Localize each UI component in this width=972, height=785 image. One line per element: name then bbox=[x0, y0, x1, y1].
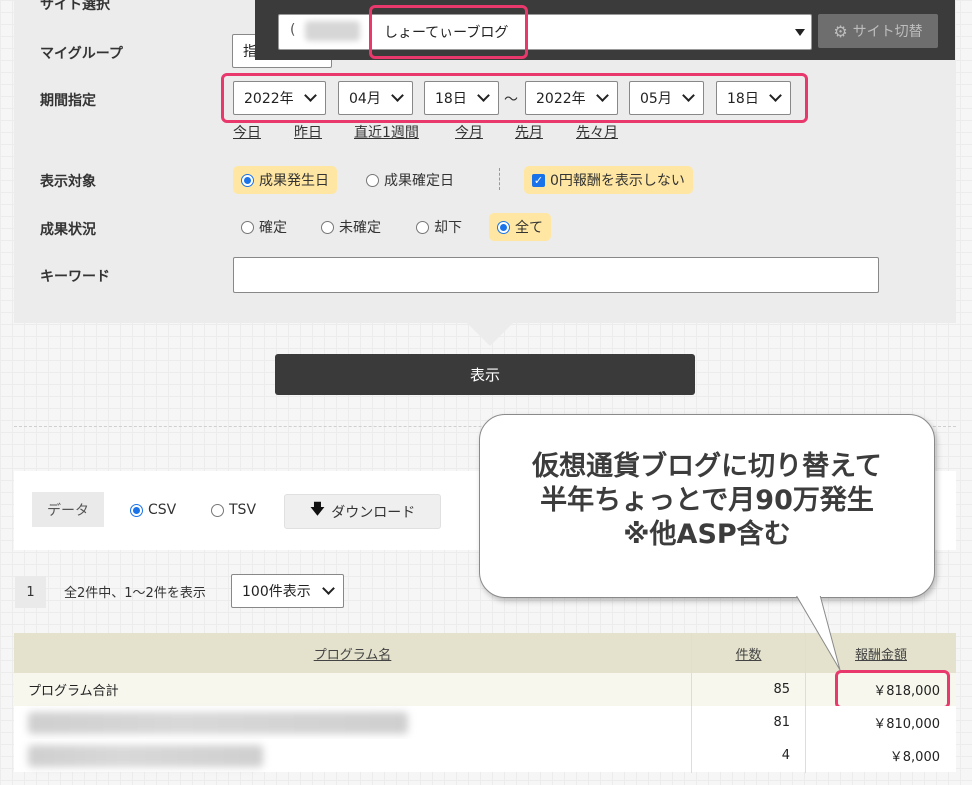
radio-occurred-date[interactable]: 成果発生日 bbox=[233, 166, 337, 194]
row-count: 81 bbox=[773, 715, 790, 730]
radio-selected-icon bbox=[241, 173, 254, 187]
checkmark-icon: ✓ bbox=[532, 173, 545, 187]
site-switch-button[interactable]: ⚙ サイト切替 bbox=[818, 14, 938, 48]
status-rejected-label: 却下 bbox=[434, 220, 462, 236]
download-label: ダウンロード bbox=[331, 504, 416, 521]
blurred-site-id bbox=[305, 21, 360, 41]
panel-arrow bbox=[466, 322, 514, 346]
arrow-down-icon: 🡇 bbox=[309, 500, 326, 518]
status-confirmed-label: 確定 bbox=[259, 220, 287, 236]
quick-link-this-month[interactable]: 今月 bbox=[455, 122, 483, 142]
tsv-label: TSV bbox=[229, 502, 257, 518]
annotation-line-1: 仮想通貨ブログに切り替えて bbox=[532, 451, 882, 482]
total-program-name: プログラム合計 bbox=[28, 684, 119, 699]
data-label: データ bbox=[32, 492, 104, 527]
submit-button[interactable]: 表示 bbox=[275, 354, 695, 395]
page-number[interactable]: 1 bbox=[15, 576, 46, 608]
display-target-label: 表示対象 bbox=[40, 174, 96, 190]
radio-icon bbox=[416, 220, 429, 234]
keyword-label: キーワード bbox=[40, 269, 110, 285]
option-divider bbox=[499, 168, 500, 190]
col-header-program[interactable]: プログラム名 bbox=[14, 633, 691, 673]
radio-selected-icon bbox=[130, 503, 143, 517]
radio-confirmed-label: 成果確定日 bbox=[384, 173, 454, 189]
status-all-label: 全て bbox=[515, 220, 543, 236]
status-label: 成果状況 bbox=[40, 222, 96, 238]
download-button[interactable]: 🡇 ダウンロード bbox=[284, 494, 441, 529]
annotation-line-3: ※他ASP含む bbox=[623, 519, 791, 550]
per-page-value: 100件表示 bbox=[242, 584, 311, 600]
radio-selected-icon bbox=[497, 220, 510, 234]
status-unconfirmed-label: 未確定 bbox=[339, 220, 381, 236]
site-select-prefix: ( bbox=[290, 22, 296, 38]
site-select-label: サイト選択 bbox=[40, 0, 110, 13]
chevron-down-icon bbox=[322, 582, 335, 595]
my-group-label: マイグループ bbox=[40, 46, 123, 62]
quick-link-today[interactable]: 今日 bbox=[233, 122, 261, 142]
period-label: 期間指定 bbox=[40, 93, 96, 109]
radio-status-confirmed[interactable]: 確定 bbox=[241, 213, 287, 241]
radio-tsv[interactable]: TSV bbox=[211, 496, 256, 524]
radio-icon bbox=[321, 220, 334, 234]
hide-zero-checkbox[interactable]: ✓ 0円報酬を表示しない bbox=[524, 166, 693, 194]
annotation-line-2: 半年ちょっとで月90万発生 bbox=[540, 485, 874, 516]
blurred-program-name bbox=[28, 745, 263, 767]
quick-link-last-month[interactable]: 先月 bbox=[515, 122, 543, 142]
hide-zero-label: 0円報酬を表示しない bbox=[550, 173, 685, 189]
col-divider bbox=[691, 633, 692, 773]
radio-status-unconfirmed[interactable]: 未確定 bbox=[321, 213, 381, 241]
radio-icon bbox=[366, 173, 379, 187]
per-page-select[interactable]: 100件表示 bbox=[231, 574, 344, 608]
csv-label: CSV bbox=[148, 502, 177, 518]
radio-confirmed-date[interactable]: 成果確定日 bbox=[366, 166, 454, 194]
result-summary: 全2件中、1〜2件を表示 bbox=[64, 586, 206, 601]
annotation-text: 仮想通貨ブログに切り替えて 半年ちょっとで月90万発生 ※他ASP含む bbox=[479, 450, 935, 552]
row-count: 4 bbox=[781, 748, 790, 763]
blurred-program-name bbox=[28, 712, 408, 734]
quick-link-last-week[interactable]: 直近1週間 bbox=[354, 122, 419, 142]
radio-status-rejected[interactable]: 却下 bbox=[416, 213, 462, 241]
caret-down-icon bbox=[795, 29, 805, 36]
period-highlight-box bbox=[221, 73, 808, 123]
keyword-input[interactable] bbox=[233, 257, 879, 293]
radio-status-all[interactable]: 全て bbox=[489, 213, 551, 241]
quick-link-yesterday[interactable]: 昨日 bbox=[294, 122, 322, 142]
row-amount: ￥8,000 bbox=[889, 750, 940, 765]
total-count: 85 bbox=[773, 682, 790, 697]
site-switch-label: サイト切替 bbox=[852, 24, 923, 40]
gear-icon: ⚙ bbox=[833, 21, 848, 41]
total-amount-highlight-box bbox=[835, 670, 950, 709]
site-name-highlight-box bbox=[369, 5, 528, 59]
bubble-tail bbox=[795, 594, 841, 671]
radio-csv[interactable]: CSV bbox=[130, 496, 176, 524]
row-amount: ￥810,000 bbox=[873, 717, 940, 732]
radio-occurred-label: 成果発生日 bbox=[259, 173, 329, 189]
radio-icon bbox=[241, 220, 254, 234]
radio-icon bbox=[211, 503, 224, 517]
quick-link-two-months-ago[interactable]: 先々月 bbox=[576, 122, 618, 142]
